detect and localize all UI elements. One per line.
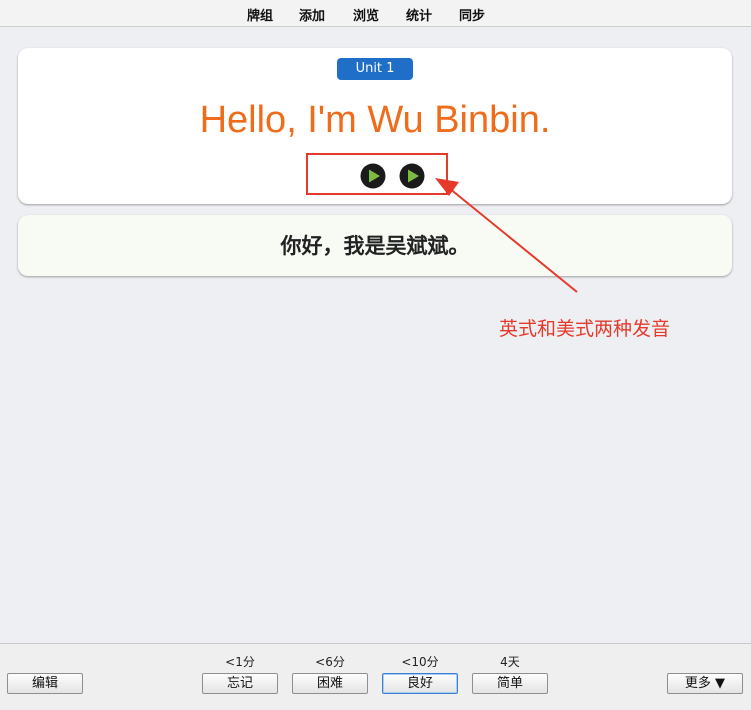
good-button[interactable]: 良好 [382, 673, 458, 694]
play-icon[interactable] [399, 163, 425, 189]
play-icon[interactable] [360, 163, 386, 189]
menu-browse[interactable]: 浏览 [353, 5, 379, 24]
hard-button[interactable]: 困难 [292, 673, 368, 694]
easy-button[interactable]: 简单 [472, 673, 548, 694]
interval-hard: <6分 [315, 655, 345, 669]
edit-button[interactable]: 编辑 [7, 673, 83, 694]
bottom-bar: 编辑 <1分 忘记 <6分 困难 <10分 良好 4天 简单 更多 ▼ [0, 643, 751, 710]
interval-easy: 4天 [500, 655, 520, 669]
audio-highlight-box [306, 153, 448, 195]
card-front: Unit 1 Hello, I'm Wu Binbin. [18, 48, 732, 204]
top-menu-bar: 牌组 添加 浏览 统计 同步 [0, 0, 751, 27]
english-sentence: Hello, I'm Wu Binbin. [199, 99, 551, 141]
menu-stats[interactable]: 统计 [406, 5, 432, 24]
menu-add[interactable]: 添加 [299, 5, 325, 24]
chinese-translation: 你好，我是吴斌斌。 [280, 234, 470, 258]
card-back: 你好，我是吴斌斌。 [18, 215, 732, 276]
interval-good: <10分 [401, 655, 439, 669]
more-button[interactable]: 更多 ▼ [667, 673, 743, 694]
unit-badge: Unit 1 [337, 58, 413, 80]
interval-again: <1分 [225, 655, 255, 669]
again-button[interactable]: 忘记 [202, 673, 278, 694]
annotation-label: 英式和美式两种发音 [499, 318, 671, 340]
menu-sync[interactable]: 同步 [459, 5, 485, 24]
menu-decks[interactable]: 牌组 [247, 5, 273, 24]
